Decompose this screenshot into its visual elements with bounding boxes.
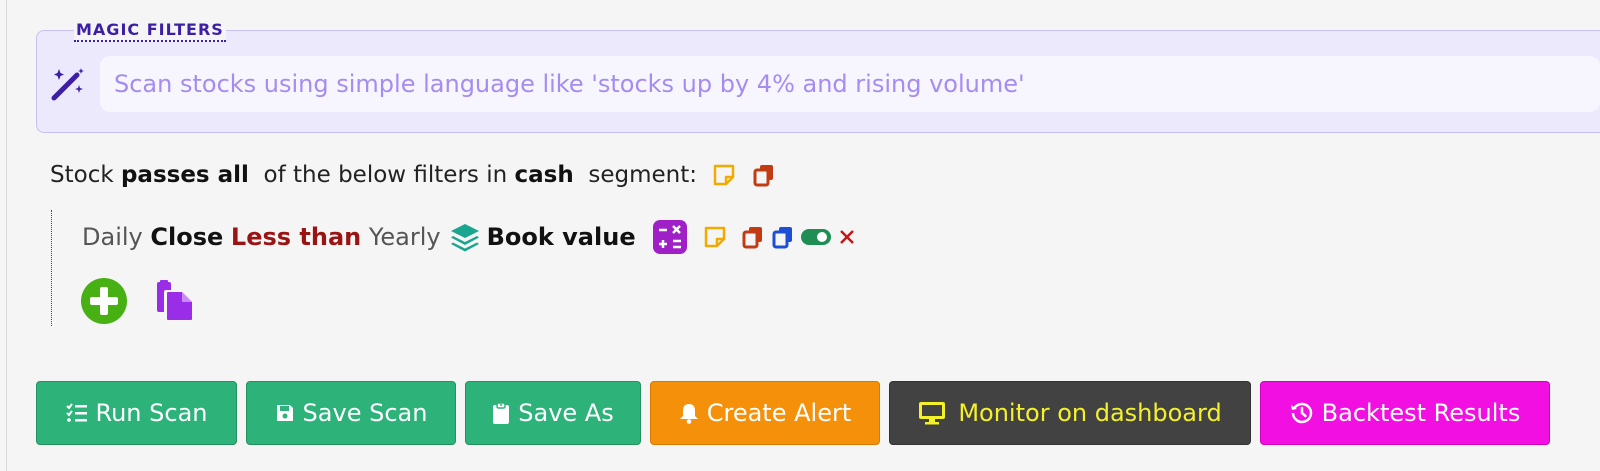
save-as-label: Save As xyxy=(518,399,614,427)
create-alert-label: Create Alert xyxy=(706,399,852,427)
backtest-results-label: Backtest Results xyxy=(1321,399,1521,427)
add-filter-row xyxy=(80,278,196,324)
filter-timeframe[interactable]: Daily xyxy=(82,223,143,251)
clipboard-icon xyxy=(492,402,510,424)
save-scan-button[interactable]: Save Scan xyxy=(246,381,456,445)
monitor-icon xyxy=(918,401,946,425)
summary-prefix: Stock xyxy=(50,162,121,188)
filter-group-border xyxy=(51,210,52,326)
note-icon[interactable] xyxy=(702,224,728,250)
summary-middle: of the below filters in xyxy=(248,162,515,188)
magic-wand-icon xyxy=(50,66,86,102)
save-scan-label: Save Scan xyxy=(302,399,428,427)
filter-compare-timeframe[interactable]: Yearly xyxy=(369,223,441,251)
close-icon[interactable] xyxy=(838,228,856,246)
floppy-disk-icon xyxy=(275,403,295,423)
layers-icon xyxy=(449,221,481,253)
summary-suffix: segment: xyxy=(573,162,697,188)
filter-metric[interactable]: Book value xyxy=(487,223,636,251)
copy-icon[interactable] xyxy=(740,224,766,250)
history-icon xyxy=(1290,401,1314,425)
note-icon[interactable] xyxy=(711,162,737,188)
filter-row: Daily Close Less than Yearly Book value xyxy=(82,218,856,256)
filter-field[interactable]: Close xyxy=(150,223,223,251)
save-as-button[interactable]: Save As xyxy=(465,381,641,445)
list-check-icon xyxy=(65,402,88,424)
magic-filter-input[interactable] xyxy=(100,56,1600,112)
filter-summary: Stock passes all of the below filters in… xyxy=(50,158,777,192)
match-mode-selector[interactable]: passes all xyxy=(121,162,249,188)
copy-icon[interactable] xyxy=(751,162,777,188)
toggle-icon[interactable] xyxy=(800,227,832,247)
duplicate-icon[interactable] xyxy=(770,224,796,250)
magic-filters-label: MAGIC FILTERS xyxy=(74,20,226,42)
calculator-icon[interactable] xyxy=(652,219,688,255)
filter-operator[interactable]: Less than xyxy=(231,223,361,251)
bell-icon xyxy=(679,402,699,424)
add-circle-icon[interactable] xyxy=(80,277,128,325)
create-alert-button[interactable]: Create Alert xyxy=(650,381,880,445)
left-border xyxy=(6,0,7,471)
run-scan-button[interactable]: Run Scan xyxy=(36,381,237,445)
segment-selector[interactable]: cash xyxy=(515,162,574,188)
backtest-results-button[interactable]: Backtest Results xyxy=(1260,381,1550,445)
run-scan-label: Run Scan xyxy=(95,399,208,427)
monitor-dashboard-label: Monitor on dashboard xyxy=(958,399,1222,427)
paste-icon[interactable] xyxy=(154,280,196,322)
monitor-dashboard-button[interactable]: Monitor on dashboard xyxy=(889,381,1251,445)
